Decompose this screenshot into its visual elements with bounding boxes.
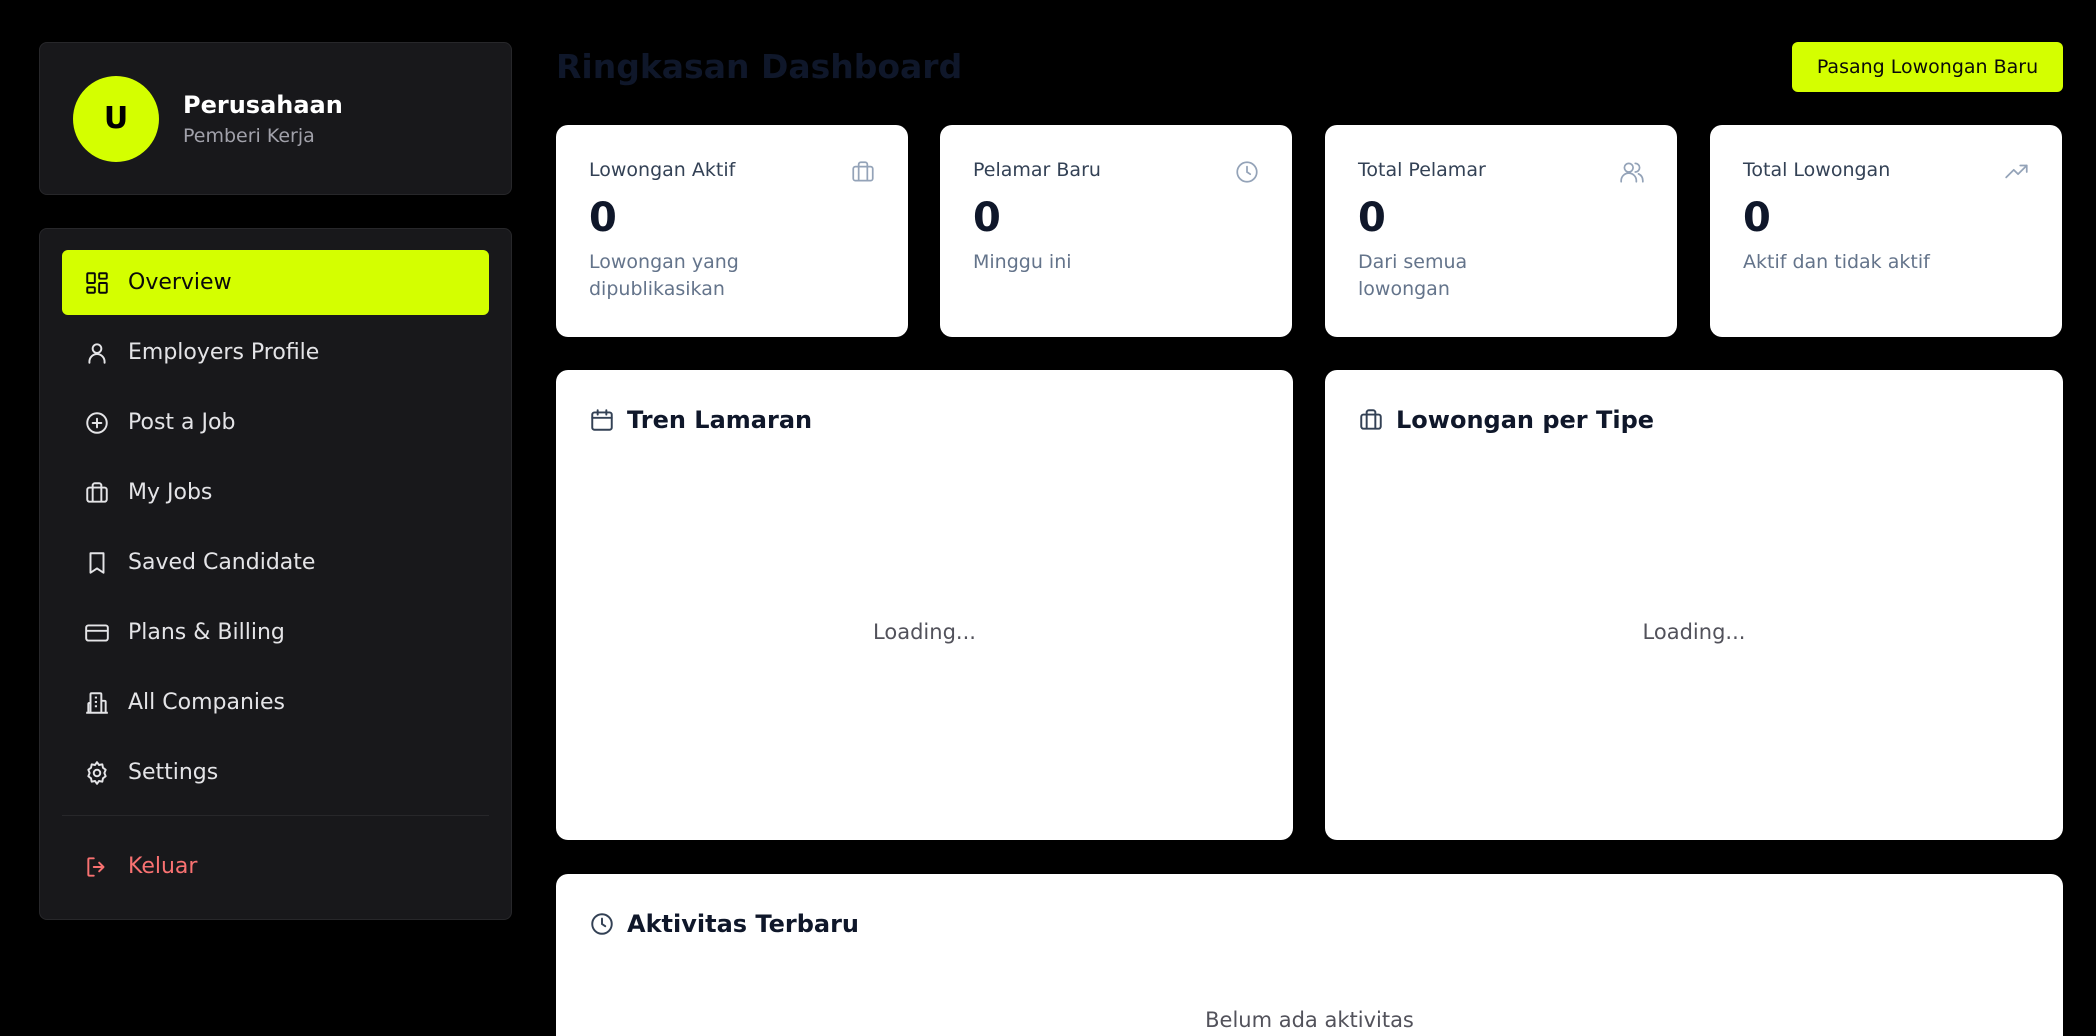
panel-title: Aktivitas Terbaru <box>627 910 860 938</box>
sidebar-item-label: Employers Profile <box>128 340 320 365</box>
loading-text: Loading... <box>1642 620 1746 644</box>
stat-value: 0 <box>1743 195 1771 241</box>
briefcase-icon <box>850 159 876 185</box>
page-title: Ringkasan Dashboard <box>556 47 963 86</box>
stat-value: 0 <box>589 195 617 241</box>
sidebar-item-label: All Companies <box>128 690 286 715</box>
stat-value: 0 <box>1358 195 1386 241</box>
briefcase-icon <box>1358 407 1384 433</box>
empty-activity-text: Belum ada aktivitas <box>1205 1008 1414 1032</box>
sidebar-item-saved-candidate[interactable]: Saved Candidate <box>62 530 489 595</box>
nav-divider <box>62 815 489 816</box>
panel-title: Tren Lamaran <box>627 406 813 434</box>
stat-description: Aktif dan tidak aktif <box>1743 251 1930 273</box>
sidebar-item-label: Settings <box>128 760 219 785</box>
bookmark-icon <box>84 550 110 576</box>
post-new-job-button[interactable]: Pasang Lowongan Baru <box>1792 42 2063 92</box>
loading-text: Loading... <box>873 620 976 644</box>
building-icon <box>84 690 110 716</box>
stat-card-total-jobs: Total Lowongan 0 Aktif dan tidak aktif <box>1710 125 2062 337</box>
stat-card-active-jobs: Lowongan Aktif 0 Lowongan yang dipublika… <box>556 125 908 337</box>
profile-role: Pemberi Kerja <box>183 124 315 147</box>
stat-label: Pelamar Baru <box>973 159 1101 181</box>
sidebar-item-post-a-job[interactable]: Post a Job <box>62 390 489 455</box>
stat-description: Dari semua lowongan <box>1358 251 1468 300</box>
dashboard-page: U Perusahaan Pemberi Kerja Overview Empl… <box>0 0 2096 1036</box>
sidebar-item-label: My Jobs <box>128 480 213 505</box>
stat-description: Lowongan yang dipublikasikan <box>589 251 739 300</box>
profile-name: Perusahaan <box>183 90 343 119</box>
logout-icon <box>84 854 110 880</box>
stat-description: Minggu ini <box>973 251 1072 273</box>
stat-label: Total Pelamar <box>1358 159 1486 181</box>
briefcase-icon <box>84 480 110 506</box>
trending-up-icon <box>2004 159 2030 185</box>
clock-icon <box>589 911 615 937</box>
sidebar-nav: Overview Employers Profile Post a Job My… <box>39 228 512 920</box>
sidebar-item-overview[interactable]: Overview <box>62 250 489 315</box>
users-icon <box>1619 159 1645 185</box>
sidebar-item-settings[interactable]: Settings <box>62 740 489 805</box>
panel-jobs-by-type: Lowongan per Tipe Loading... <box>1325 370 2063 840</box>
profile-card: U Perusahaan Pemberi Kerja <box>39 42 512 195</box>
gear-icon <box>84 760 110 786</box>
panel-header: Aktivitas Terbaru <box>589 908 859 940</box>
sidebar-item-label: Plans & Billing <box>128 620 285 645</box>
user-icon <box>84 340 110 366</box>
avatar[interactable]: U <box>73 75 159 162</box>
panel-header: Lowongan per Tipe <box>1358 404 1654 436</box>
panel-application-trend: Tren Lamaran Loading... <box>556 370 1293 840</box>
stat-label: Lowongan Aktif <box>589 159 736 181</box>
stat-card-new-applicants: Pelamar Baru 0 Minggu ini <box>940 125 1292 337</box>
logout-button[interactable]: Keluar <box>62 834 489 899</box>
sidebar-item-employers-profile[interactable]: Employers Profile <box>62 320 489 385</box>
stat-label: Total Lowongan <box>1743 159 1891 181</box>
sidebar-item-label: Post a Job <box>128 410 236 435</box>
sidebar-item-my-jobs[interactable]: My Jobs <box>62 460 489 525</box>
calendar-icon <box>589 407 615 433</box>
logout-label: Keluar <box>128 854 198 879</box>
sidebar-item-label: Overview <box>128 270 232 295</box>
clock-icon <box>1234 159 1260 185</box>
sidebar-item-all-companies[interactable]: All Companies <box>62 670 489 735</box>
panel-title: Lowongan per Tipe <box>1396 406 1655 434</box>
sidebar-item-plans-billing[interactable]: Plans & Billing <box>62 600 489 665</box>
plus-circle-icon <box>84 410 110 436</box>
profile-info: Perusahaan Pemberi Kerja <box>183 89 343 149</box>
credit-card-icon <box>84 620 110 646</box>
sidebar-item-label: Saved Candidate <box>128 550 316 575</box>
panel-recent-activity: Aktivitas Terbaru Belum ada aktivitas <box>556 874 2063 1036</box>
dashboard-icon <box>84 270 110 296</box>
stat-value: 0 <box>973 195 1001 241</box>
stat-card-total-applicants: Total Pelamar 0 Dari semua lowongan <box>1325 125 1677 337</box>
panel-header: Tren Lamaran <box>589 404 812 436</box>
